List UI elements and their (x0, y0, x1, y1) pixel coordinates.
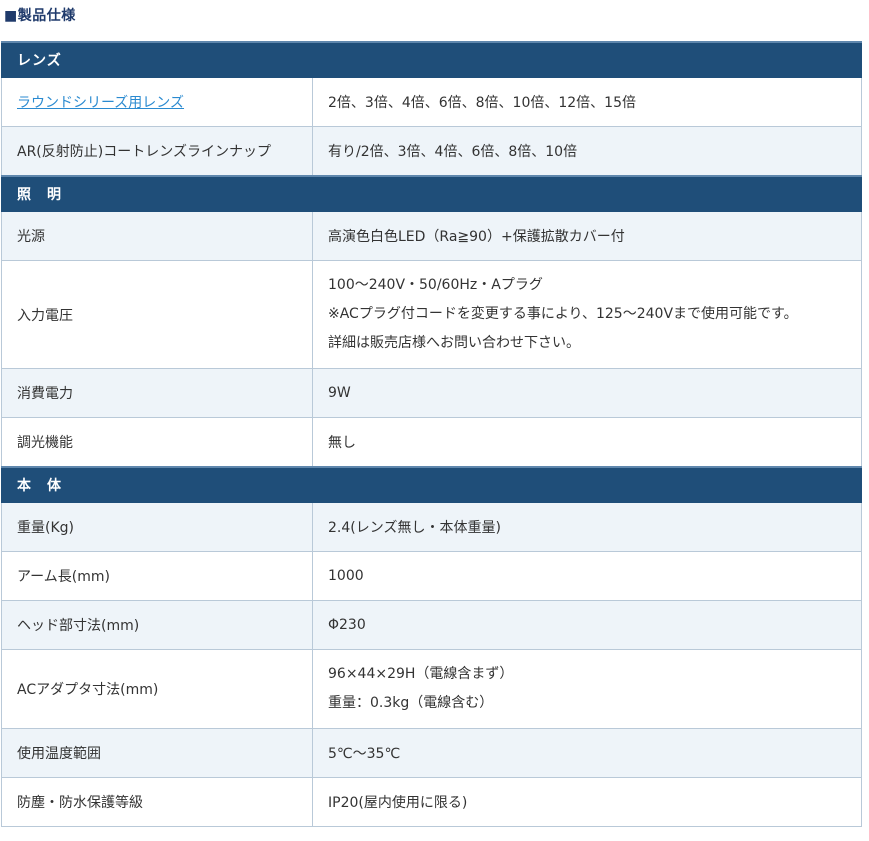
section-title: レンズ (1, 41, 313, 78)
row-label: 消費電力 (1, 368, 313, 418)
table-row: 使用温度範囲 5℃～35℃ (1, 728, 862, 778)
table-row: 調光機能 無し (1, 417, 862, 468)
row-value: 9W (312, 368, 862, 418)
row-value: 有り/2倍、3倍、4倍、6倍、8倍、10倍 (312, 126, 862, 177)
value-line: 96×44×29H（電線含まず） (328, 666, 514, 682)
row-label: ACアダプタ寸法(mm) (1, 649, 313, 729)
page-title: ■製品仕様 (4, 8, 76, 24)
row-value: 高演色白色LED（Ra≧90）+保護拡散カバー付 (312, 211, 862, 261)
row-value: 1000 (312, 551, 862, 601)
row-label: 光源 (1, 211, 313, 261)
spec-table: レンズ ラウンドシリーズ用レンズ 2倍、3倍、4倍、6倍、8倍、10倍、12倍、… (1, 41, 862, 827)
row-label: 使用温度範囲 (1, 728, 313, 778)
table-row: AR(反射防止)コートレンズラインナップ 有り/2倍、3倍、4倍、6倍、8倍、1… (1, 126, 862, 177)
table-row: ACアダプタ寸法(mm) 96×44×29H（電線含まず） 重量：0.3kg（電… (1, 649, 862, 729)
table-row: 重量(Kg) 2.4(レンズ無し・本体重量) (1, 502, 862, 552)
row-value: 2倍、3倍、4倍、6倍、8倍、10倍、12倍、15倍 (312, 77, 862, 127)
row-value: 無し (312, 417, 862, 468)
table-row: 入力電圧 100～240V・50/60Hz・Aプラグ ※ACプラグ付コードを変更… (1, 260, 862, 369)
table-row: ラウンドシリーズ用レンズ 2倍、3倍、4倍、6倍、8倍、10倍、12倍、15倍 (1, 77, 862, 127)
round-series-lens-link[interactable]: ラウンドシリーズ用レンズ (17, 95, 184, 111)
row-label: 調光機能 (1, 417, 313, 468)
table-row: 光源 高演色白色LED（Ra≧90）+保護拡散カバー付 (1, 211, 862, 261)
table-row: ヘッド部寸法(mm) Φ230 (1, 600, 862, 650)
section-header-lens: レンズ (1, 41, 862, 78)
row-value: 2.4(レンズ無し・本体重量) (312, 502, 862, 552)
row-value: Φ230 (312, 600, 862, 650)
row-value: 5℃～35℃ (312, 728, 862, 778)
value-line: 100～240V・50/60Hz・Aプラグ (328, 277, 543, 293)
row-label: AR(反射防止)コートレンズラインナップ (1, 126, 313, 177)
table-row: 消費電力 9W (1, 368, 862, 418)
value-line: ※ACプラグ付コードを変更する事により、125～240Vまで使用可能です。 (328, 306, 798, 322)
section-title: 照 明 (1, 175, 313, 212)
row-label: アーム長(mm) (1, 551, 313, 601)
section-header-lighting: 照 明 (1, 175, 862, 212)
row-label: 防塵・防水保護等級 (1, 777, 313, 827)
row-label: 入力電圧 (1, 260, 313, 369)
table-row: アーム長(mm) 1000 (1, 551, 862, 601)
row-label: 重量(Kg) (1, 502, 313, 552)
value-line: 重量：0.3kg（電線含む） (328, 695, 494, 711)
value-line: 詳細は販売店様へお問い合わせ下さい。 (328, 335, 580, 351)
row-value: IP20(屋内使用に限る) (312, 777, 862, 827)
section-header-body: 本 体 (1, 466, 862, 503)
row-label: ヘッド部寸法(mm) (1, 600, 313, 650)
row-value: 96×44×29H（電線含まず） 重量：0.3kg（電線含む） (312, 649, 862, 729)
table-row: 防塵・防水保護等級 IP20(屋内使用に限る) (1, 777, 862, 827)
section-title: 本 体 (1, 466, 313, 503)
row-value: 100～240V・50/60Hz・Aプラグ ※ACプラグ付コードを変更する事によ… (312, 260, 862, 369)
